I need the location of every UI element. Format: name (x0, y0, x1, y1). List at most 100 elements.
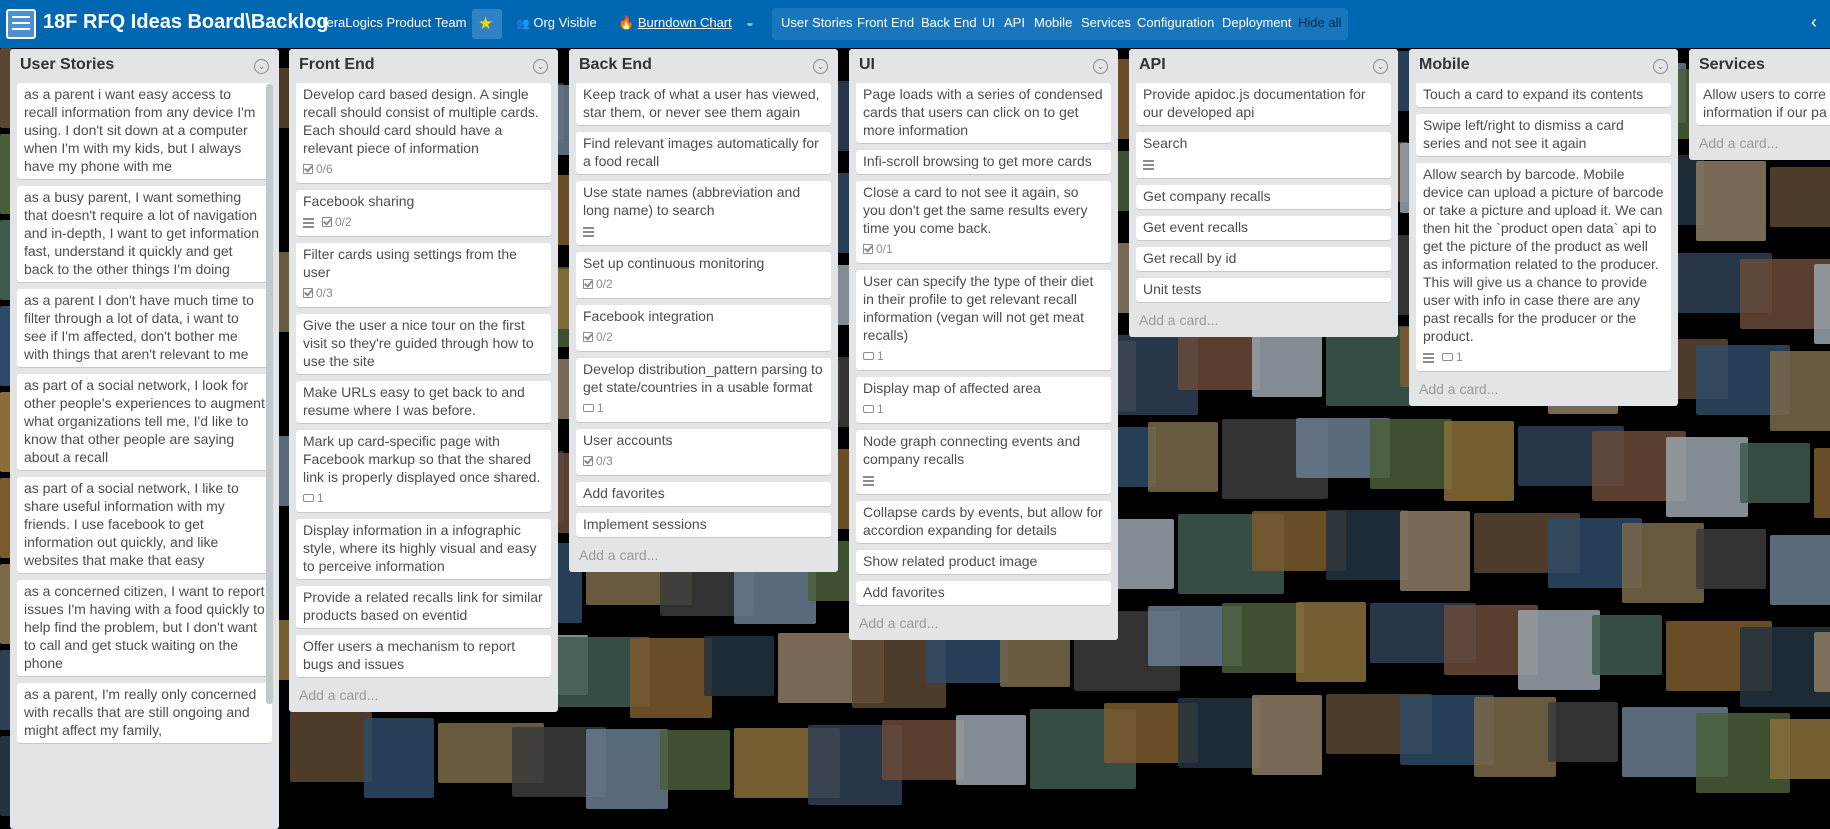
card[interactable]: as a concerned citizen, I want to report… (17, 580, 272, 676)
nav-configuration[interactable]: Configuration (1137, 15, 1214, 30)
card-title: as a parent, I'm really only concerned w… (24, 686, 257, 738)
card[interactable]: Unit tests (1136, 278, 1391, 302)
list-title[interactable]: User Stories (20, 56, 114, 74)
card[interactable]: Make URLs easy to get back to and resume… (296, 381, 551, 423)
card[interactable]: as part of a social network, I like to s… (17, 477, 272, 573)
star-button[interactable]: ★ (472, 9, 502, 39)
nav-mobile[interactable]: Mobile (1034, 15, 1072, 30)
card[interactable]: Show related product image (856, 550, 1111, 574)
card[interactable]: Node graph connecting events and company… (856, 430, 1111, 494)
list-title[interactable]: Back End (579, 56, 652, 74)
card[interactable]: Provide a related recalls link for simil… (296, 586, 551, 628)
card[interactable]: Get company recalls (1136, 185, 1391, 209)
card[interactable]: Keep track of what a user has viewed, st… (576, 83, 831, 125)
add-card-button[interactable]: Add a card... (569, 544, 838, 572)
card[interactable]: User accounts 0/3 (576, 429, 831, 475)
list-title[interactable]: Front End (299, 56, 375, 74)
nav-user-stories[interactable]: User Stories (781, 15, 853, 30)
list-menu-icon[interactable]: ⌄ (533, 59, 548, 74)
comment-count: 1 (877, 349, 884, 363)
list-menu-icon[interactable]: ⌄ (254, 59, 269, 74)
list-title[interactable]: API (1139, 56, 1166, 74)
card[interactable]: Get recall by id (1136, 247, 1391, 271)
card-title: Implement sessions (583, 516, 707, 532)
power-up-icon[interactable]: ◒ (746, 10, 754, 36)
add-card-button[interactable]: Add a card... (289, 684, 558, 712)
add-card-button[interactable]: Add a card... (1409, 378, 1678, 406)
card-list: Allow users to corre information if our … (1689, 83, 1830, 125)
add-card-button[interactable]: Add a card... (849, 612, 1118, 640)
list-menu-icon[interactable]: ⌄ (1373, 59, 1388, 74)
list-menu-icon[interactable]: ⌄ (1093, 59, 1108, 74)
card[interactable]: Provide apidoc.js documentation for our … (1136, 83, 1391, 125)
card[interactable]: Add favorites (856, 581, 1111, 605)
list-header: Mobile ⌄ (1409, 49, 1678, 83)
add-card-button[interactable]: Add a card... (1129, 309, 1398, 337)
list-title[interactable]: Mobile (1419, 56, 1470, 74)
card[interactable]: User can specify the type of their diet … (856, 270, 1111, 370)
board-horizontal-scrollbar[interactable] (0, 806, 1830, 817)
card[interactable]: Get event recalls (1136, 216, 1391, 240)
card[interactable]: as part of a social network, I look for … (17, 374, 272, 470)
comment-icon (863, 352, 874, 360)
checklist-count: 0/3 (316, 286, 333, 300)
board-title[interactable]: 18F RFQ Ideas Board\Backlog (43, 11, 329, 34)
card[interactable]: as a parent I don't have much time to fi… (17, 289, 272, 367)
nav-ui[interactable]: UI (982, 15, 995, 30)
card[interactable]: Use state names (abbreviation and long n… (576, 181, 831, 245)
card[interactable]: as a parent i want easy access to recall… (17, 83, 272, 179)
card[interactable]: as a parent, I'm really only concerned w… (17, 683, 272, 743)
card-title: Infi-scroll browsing to get more cards (863, 153, 1092, 169)
card[interactable]: Display information in a infographic sty… (296, 519, 551, 579)
sidebar-toggle-icon[interactable]: ‹ (1811, 12, 1817, 33)
card[interactable]: Mark up card-specific page with Facebook… (296, 430, 551, 512)
card-title: Display information in a infographic sty… (303, 522, 537, 574)
card[interactable]: Search (1136, 132, 1391, 178)
nav-front-end[interactable]: Front End (857, 15, 914, 30)
card-title: Facebook sharing (303, 193, 415, 209)
nav-api[interactable]: API (1004, 15, 1025, 30)
list-menu-icon[interactable]: ⌄ (1653, 59, 1668, 74)
list-menu-icon[interactable]: ⌄ (813, 59, 828, 74)
checklist-icon (583, 456, 593, 466)
hide-all-button[interactable]: Hide all (1298, 15, 1341, 30)
visibility-button[interactable]: 👥 Org Visible (516, 10, 597, 36)
card[interactable]: Infi-scroll browsing to get more cards (856, 150, 1111, 174)
card[interactable]: Page loads with a series of condensed ca… (856, 83, 1111, 143)
comment-badge: 1 (303, 489, 324, 507)
list-title[interactable]: Services (1699, 56, 1765, 74)
add-card-button[interactable]: Add a card... (1689, 132, 1830, 160)
nav-back-end[interactable]: Back End (921, 15, 977, 30)
list-scrollbar[interactable] (266, 84, 273, 704)
card[interactable]: as a busy parent, I want something that … (17, 186, 272, 282)
card[interactable]: Set up continuous monitoring 0/2 (576, 252, 831, 298)
burndown-button[interactable]: 🔥 Burndown Chart (618, 10, 732, 36)
card[interactable]: Facebook sharing 0/2 (296, 190, 551, 236)
card-title: Give the user a nice tour on the first v… (303, 317, 534, 369)
card[interactable]: Touch a card to expand its contents (1416, 83, 1671, 107)
card[interactable]: Filter cards using settings from the use… (296, 243, 551, 307)
card[interactable]: Find relevant images automatically for a… (576, 132, 831, 174)
card[interactable]: Give the user a nice tour on the first v… (296, 314, 551, 374)
list-title[interactable]: UI (859, 56, 875, 74)
team-button[interactable]: TeraLogics Product Team (320, 10, 466, 36)
nav-deployment[interactable]: Deployment (1222, 15, 1291, 30)
card[interactable]: Allow search by barcode. Mobile device c… (1416, 163, 1671, 371)
card[interactable]: Collapse cards by events, but allow for … (856, 501, 1111, 543)
card[interactable]: Develop distribution_pattern parsing to … (576, 358, 831, 422)
card[interactable]: Display map of affected area 1 (856, 377, 1111, 423)
card[interactable]: Add favorites (576, 482, 831, 506)
card-title: as part of a social network, I look for … (24, 377, 265, 465)
card[interactable]: Swipe left/right to dismiss a card serie… (1416, 114, 1671, 156)
comment-count: 1 (597, 401, 604, 415)
card[interactable]: Develop card based design. A single reca… (296, 83, 551, 183)
card[interactable]: Allow users to corre information if our … (1696, 83, 1830, 125)
card-badges: 0/2 (303, 212, 544, 232)
board-logo-icon[interactable] (6, 9, 36, 39)
card[interactable]: Facebook integration 0/2 (576, 305, 831, 351)
comment-icon (583, 404, 594, 412)
nav-services[interactable]: Services (1081, 15, 1131, 30)
card[interactable]: Implement sessions (576, 513, 831, 537)
card[interactable]: Offer users a mechanism to report bugs a… (296, 635, 551, 677)
card[interactable]: Close a card to not see it again, so you… (856, 181, 1111, 263)
